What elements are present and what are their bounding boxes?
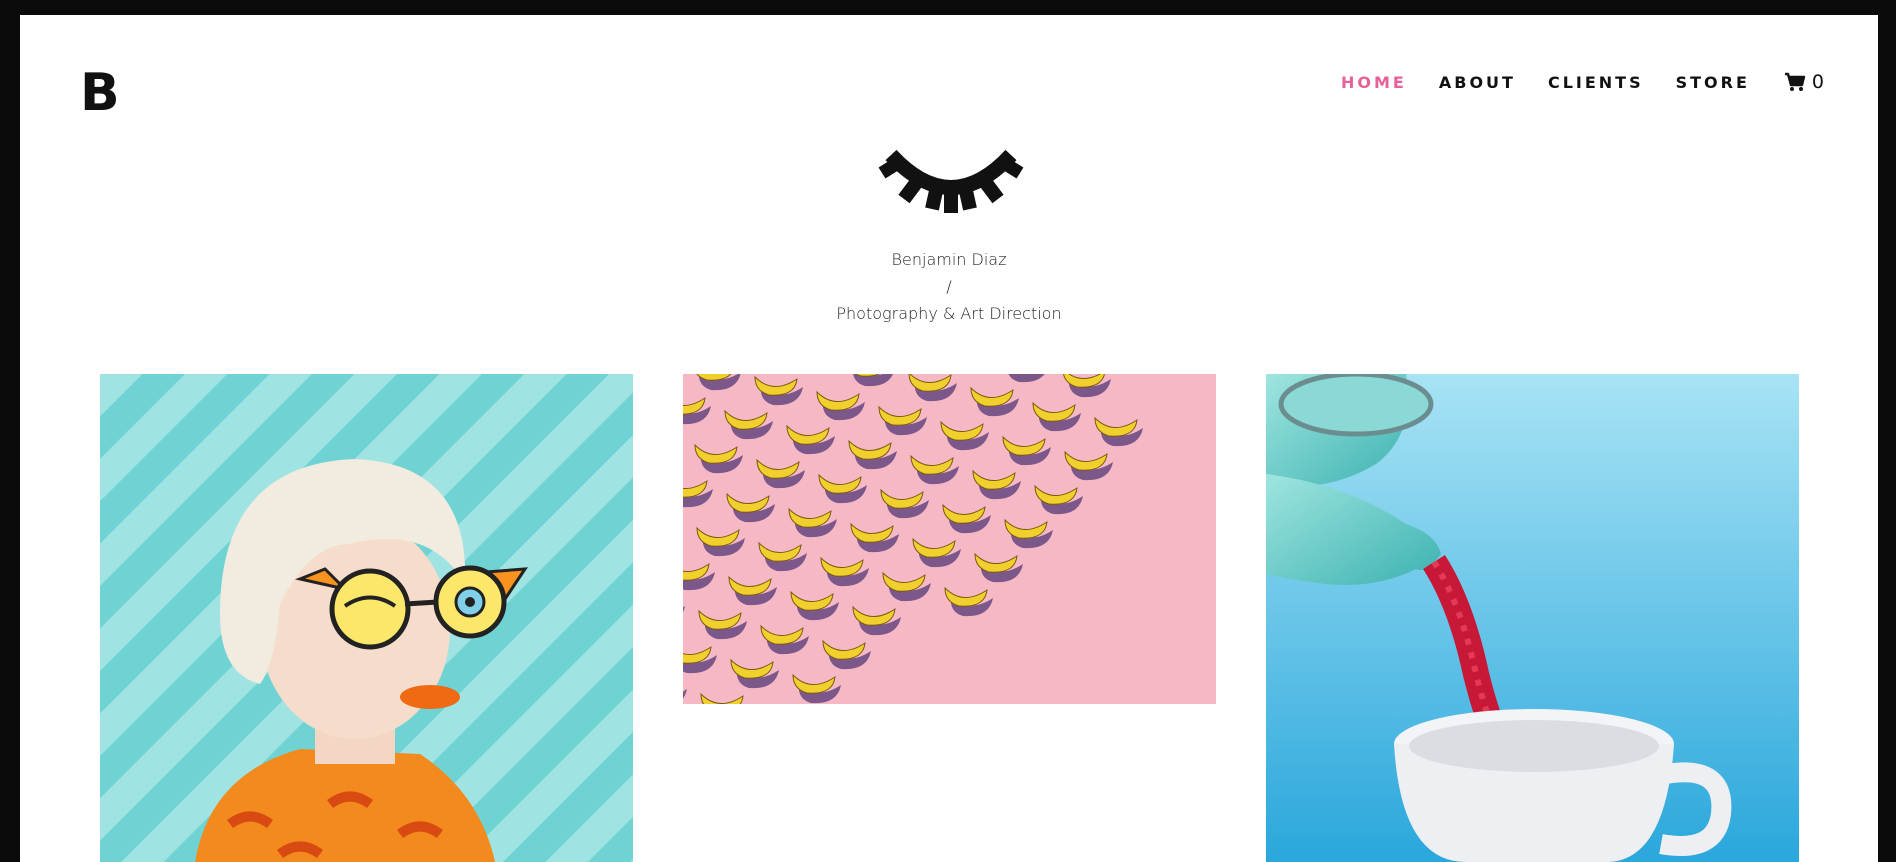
hero-tagline: Benjamin Diaz / Photography & Art Direct… [20, 246, 1878, 327]
nav-clients[interactable]: CLIENTS [1548, 73, 1644, 92]
portrait-image [100, 374, 633, 862]
gallery-tile-portrait[interactable] [100, 374, 633, 862]
gallery-tile-bananas[interactable] [683, 374, 1216, 704]
bananas-image [683, 374, 1216, 704]
photographer-title: Photography & Art Direction [836, 304, 1062, 323]
teapot-image [1266, 374, 1799, 862]
nav-about[interactable]: ABOUT [1439, 73, 1516, 92]
page: B HOME ABOUT CLIENTS STORE 0 Benjamin Di… [20, 15, 1878, 862]
photographer-name: Benjamin Diaz [891, 250, 1007, 269]
tagline-separator: / [946, 277, 952, 296]
gallery-tile-teapot[interactable] [1266, 374, 1799, 862]
closed-eye-lashes-icon[interactable] [876, 125, 1026, 225]
nav-home[interactable]: HOME [1341, 73, 1407, 92]
main-nav: HOME ABOUT CLIENTS STORE 0 [1309, 71, 1824, 93]
cart-button[interactable]: 0 [1784, 71, 1824, 93]
cart-count: 0 [1811, 71, 1824, 93]
site-logo[interactable]: B [80, 67, 120, 119]
shopping-cart-icon [1784, 72, 1806, 91]
nav-store[interactable]: STORE [1676, 73, 1750, 92]
